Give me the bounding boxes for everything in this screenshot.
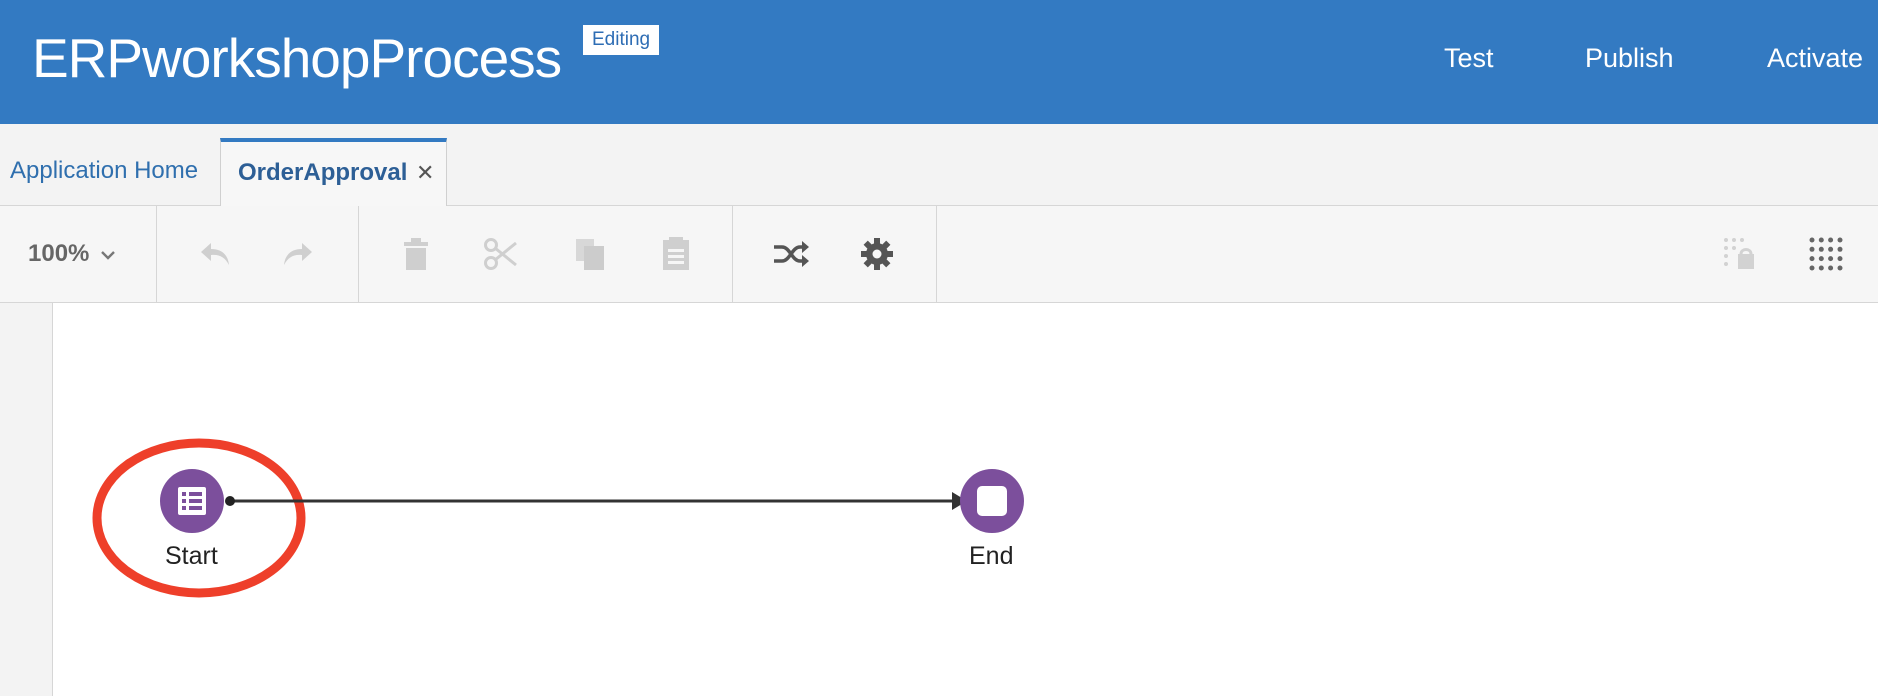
paste-button[interactable] bbox=[656, 234, 696, 274]
status-badge: Editing bbox=[583, 25, 660, 55]
grid-toggle-button[interactable] bbox=[1806, 234, 1846, 274]
editor-toolbar: 100% bbox=[0, 206, 1878, 303]
cut-button[interactable] bbox=[481, 234, 521, 274]
toolbar-divider bbox=[358, 206, 359, 302]
process-diagram bbox=[92, 438, 1024, 598]
app-title: ERPworkshopProcess bbox=[32, 27, 562, 89]
palette-gutter bbox=[0, 303, 53, 696]
chevron-down-icon bbox=[101, 250, 115, 260]
end-node-label: End bbox=[969, 542, 1014, 570]
app-header: ERPworkshopProcess Editing Test Publish … bbox=[0, 0, 1878, 124]
zoom-select[interactable]: 100% bbox=[28, 206, 116, 302]
tab-order-approval[interactable]: OrderApproval ✕ bbox=[220, 138, 447, 206]
undo-button[interactable] bbox=[195, 234, 235, 274]
sequence-flow[interactable] bbox=[225, 492, 967, 510]
start-node-label: Start bbox=[165, 542, 218, 570]
grid-dots-icon bbox=[1809, 237, 1843, 271]
toolbar-divider bbox=[732, 206, 733, 302]
copy-button[interactable] bbox=[570, 234, 610, 274]
undo-icon bbox=[201, 243, 229, 265]
scissors-icon bbox=[484, 238, 517, 270]
tab-application-home[interactable]: Application Home bbox=[10, 138, 198, 204]
tab-order-approval-label: OrderApproval bbox=[238, 159, 408, 186]
paste-icon bbox=[663, 237, 689, 270]
process-canvas[interactable]: Start End bbox=[53, 303, 1878, 696]
lock-button[interactable] bbox=[1720, 234, 1760, 274]
shuffle-icon bbox=[774, 241, 809, 267]
toolbar-divider bbox=[936, 206, 937, 302]
tab-bar: Application Home OrderApproval ✕ bbox=[0, 124, 1878, 206]
data-association-button[interactable] bbox=[771, 234, 811, 274]
gear-icon bbox=[861, 238, 893, 270]
redo-button[interactable] bbox=[278, 234, 318, 274]
delete-button[interactable] bbox=[396, 234, 436, 274]
connector-handle[interactable] bbox=[225, 496, 235, 506]
start-node[interactable] bbox=[160, 469, 224, 533]
trash-icon bbox=[404, 238, 428, 270]
test-button[interactable]: Test bbox=[1444, 38, 1494, 78]
stop-icon bbox=[977, 486, 1007, 516]
zoom-value: 100% bbox=[28, 240, 90, 267]
publish-button[interactable]: Publish bbox=[1585, 38, 1674, 78]
redo-icon bbox=[284, 243, 312, 265]
copy-icon bbox=[576, 239, 604, 270]
settings-button[interactable] bbox=[857, 234, 897, 274]
end-node[interactable] bbox=[960, 469, 1024, 533]
form-list-icon bbox=[178, 487, 206, 515]
toolbar-divider bbox=[156, 206, 157, 302]
lock-grid-icon bbox=[1724, 238, 1754, 269]
close-tab-icon[interactable]: ✕ bbox=[416, 142, 434, 204]
activate-button[interactable]: Activate bbox=[1767, 38, 1863, 78]
